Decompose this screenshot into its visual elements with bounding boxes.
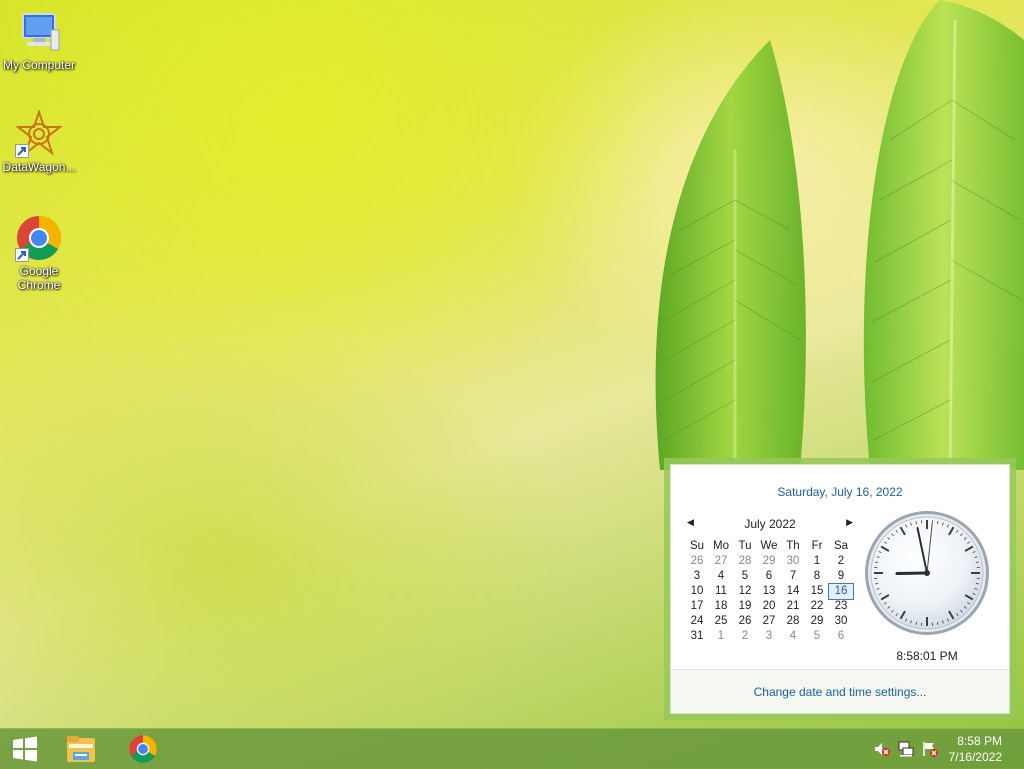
weekday-header: Fr — [805, 539, 829, 554]
desktop-icon-label: My Computer — [2, 58, 76, 72]
volume-muted-icon[interactable] — [874, 741, 890, 757]
desktop-icon-datawagon[interactable]: DataWagon... — [2, 110, 76, 174]
windows-logo-icon — [12, 736, 38, 762]
start-button[interactable] — [0, 729, 50, 769]
chrome-icon — [15, 214, 63, 262]
calendar-day[interactable]: 28 — [733, 554, 757, 569]
next-month-arrow-icon[interactable]: ▶ — [846, 517, 853, 528]
calendar-day[interactable]: 12 — [733, 584, 757, 599]
date-time-flyout: Saturday, July 16, 2022 ◀ July 2022 ▶ Su… — [664, 458, 1016, 720]
weekday-header: Th — [781, 539, 805, 554]
weekday-header: We — [757, 539, 781, 554]
calendar-day[interactable]: 17 — [685, 599, 709, 614]
shortcut-arrow-icon — [15, 144, 29, 158]
file-explorer-button[interactable] — [56, 729, 106, 769]
analog-clock — [863, 509, 991, 637]
calendar-day[interactable]: 30 — [781, 554, 805, 569]
calendar-day[interactable]: 6 — [757, 569, 781, 584]
chrome-taskbar-button[interactable] — [118, 729, 168, 769]
calendar-day[interactable]: 4 — [781, 629, 805, 644]
change-date-time-settings-link[interactable]: Change date and time settings... — [671, 685, 1009, 699]
calendar-day[interactable]: 6 — [829, 629, 853, 644]
desktop-icon-google-chrome[interactable]: Google Chrome — [2, 214, 76, 292]
divider — [671, 669, 1009, 670]
weekday-header: Sa — [829, 539, 853, 554]
calendar-day[interactable]: 3 — [685, 569, 709, 584]
calendar-day[interactable]: 20 — [757, 599, 781, 614]
taskbar-clock[interactable]: 8:58 PM 7/16/2022 — [949, 733, 1002, 765]
calendar-day[interactable]: 15 — [805, 584, 829, 599]
month-calendar: ◀ July 2022 ▶ SuMoTuWeThFrSa262728293012… — [685, 517, 855, 644]
calendar-day[interactable]: 13 — [757, 584, 781, 599]
calendar-day[interactable]: 5 — [733, 569, 757, 584]
network-icon[interactable] — [898, 741, 914, 757]
calendar-day[interactable]: 4 — [709, 569, 733, 584]
previous-month-arrow-icon[interactable]: ◀ — [687, 517, 694, 528]
calendar-day[interactable]: 26 — [685, 554, 709, 569]
calendar-day[interactable]: 19 — [733, 599, 757, 614]
chrome-icon — [128, 734, 158, 764]
calendar-day[interactable]: 7 — [781, 569, 805, 584]
calendar-day[interactable]: 27 — [709, 554, 733, 569]
datawagon-icon — [15, 110, 63, 158]
calendar-day[interactable]: 2 — [733, 629, 757, 644]
calendar-day[interactable]: 31 — [685, 629, 709, 644]
calendar-day[interactable]: 27 — [757, 614, 781, 629]
calendar-day[interactable]: 18 — [709, 599, 733, 614]
calendar-day[interactable]: 29 — [805, 614, 829, 629]
calendar-day[interactable]: 28 — [781, 614, 805, 629]
calendar-day[interactable]: 5 — [805, 629, 829, 644]
long-date-link[interactable]: Saturday, July 16, 2022 — [671, 485, 1009, 499]
calendar-day-today[interactable]: 16 — [829, 584, 853, 599]
calendar-day[interactable]: 30 — [829, 614, 853, 629]
calendar-day[interactable]: 8 — [805, 569, 829, 584]
hour-hand — [897, 573, 927, 574]
calendar-day[interactable]: 21 — [781, 599, 805, 614]
action-center-flag-icon[interactable] — [922, 741, 938, 757]
shortcut-arrow-icon — [15, 248, 29, 262]
month-label[interactable]: July 2022 — [744, 517, 795, 531]
desktop-icon-label: DataWagon... — [2, 160, 76, 174]
taskbar: 8:58 PM 7/16/2022 — [0, 728, 1024, 769]
calendar-day[interactable]: 1 — [709, 629, 733, 644]
folder-icon — [65, 734, 97, 764]
weekday-header: Tu — [733, 539, 757, 554]
calendar-day[interactable]: 25 — [709, 614, 733, 629]
calendar-day[interactable]: 24 — [685, 614, 709, 629]
weekday-header: Su — [685, 539, 709, 554]
calendar-day[interactable]: 9 — [829, 569, 853, 584]
desktop-icon-my-computer[interactable]: My Computer — [2, 8, 76, 72]
digital-time: 8:58:01 PM — [863, 649, 991, 663]
calendar-day[interactable]: 11 — [709, 584, 733, 599]
taskbar-date: 7/16/2022 — [949, 749, 1002, 765]
calendar-day[interactable]: 2 — [829, 554, 853, 569]
calendar-day[interactable]: 26 — [733, 614, 757, 629]
weekday-header: Mo — [709, 539, 733, 554]
calendar-day[interactable]: 3 — [757, 629, 781, 644]
calendar-day[interactable]: 10 — [685, 584, 709, 599]
calendar-grid: SuMoTuWeThFrSa26272829301234567891011121… — [685, 539, 855, 644]
calendar-day[interactable]: 22 — [805, 599, 829, 614]
calendar-day[interactable]: 14 — [781, 584, 805, 599]
calendar-day[interactable]: 23 — [829, 599, 853, 614]
desktop-icon-label: Google Chrome — [2, 264, 76, 292]
computer-icon — [15, 8, 63, 56]
calendar-day[interactable]: 29 — [757, 554, 781, 569]
taskbar-time: 8:58 PM — [949, 733, 1002, 749]
calendar-day[interactable]: 1 — [805, 554, 829, 569]
